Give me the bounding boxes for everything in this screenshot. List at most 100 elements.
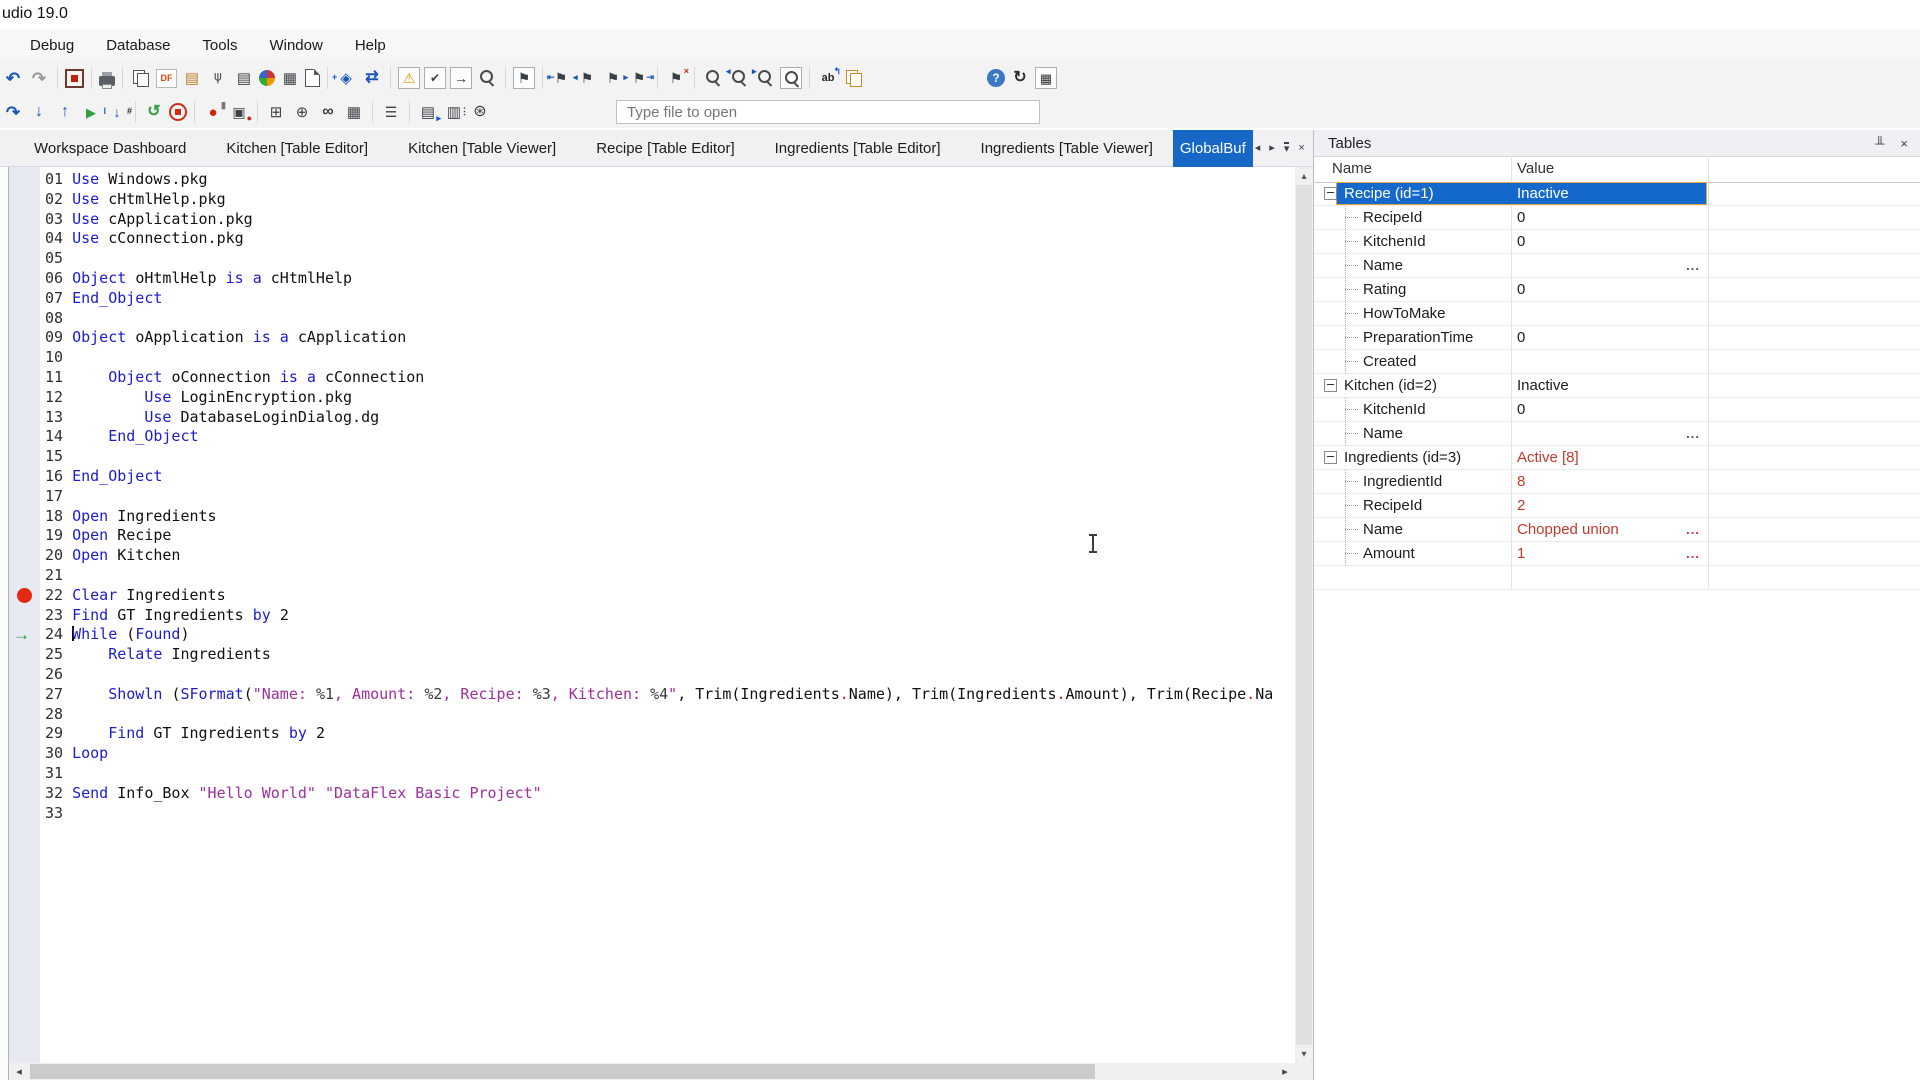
tab-recipe-table-editor[interactable]: Recipe [Table Editor]	[576, 130, 754, 167]
search-icon[interactable]	[702, 67, 724, 89]
bookmark-first-icon[interactable]: ⚑⇤	[550, 67, 572, 89]
copy-panels-icon[interactable]	[130, 67, 152, 89]
table-row[interactable]: KitchenId0	[1314, 230, 1920, 254]
breakpoint-icon[interactable]	[17, 588, 32, 603]
horizontal-scrollbar[interactable]: ◂ ▸	[9, 1063, 1295, 1080]
restart-debug-icon[interactable]: ↺	[143, 101, 165, 123]
code-line[interactable]: 10	[45, 348, 1287, 368]
search-prev-icon[interactable]: ◂	[728, 67, 750, 89]
code-line[interactable]: 17	[45, 487, 1287, 507]
tabs-scroll-right-button[interactable]: ▸	[1269, 143, 1275, 154]
incremental-search-icon[interactable]	[843, 67, 865, 89]
tables-column-header[interactable]: Name Value	[1314, 156, 1920, 183]
step-to-line-icon[interactable]: ↓#	[106, 101, 128, 123]
file-open-input[interactable]	[616, 100, 1040, 124]
debug-tables-icon[interactable]: ▦	[343, 101, 365, 123]
close-icon[interactable]: ×	[1900, 137, 1908, 150]
menu-item-window[interactable]: Window	[253, 37, 338, 54]
code-line[interactable]: 27 Showln (SFormat("Name: %1, Amount: %2…	[45, 685, 1287, 705]
code-line[interactable]: 02 Use cHtmlHelp.pkg	[45, 190, 1287, 210]
step-over-icon[interactable]: ↷	[2, 101, 24, 123]
tree-expand-toggle[interactable]	[1324, 451, 1337, 464]
code-line[interactable]: 04 Use cConnection.pkg	[45, 229, 1287, 249]
ellipsis-button[interactable]: ...	[1686, 426, 1708, 441]
tab-ingredients-table-editor[interactable]: Ingredients [Table Editor]	[755, 130, 961, 167]
tab-ingredients-table-viewer[interactable]: Ingredients [Table Viewer]	[961, 130, 1173, 167]
bookmark-toggle-icon[interactable]: ⚑	[513, 67, 535, 89]
code-line[interactable]: 26	[45, 665, 1287, 685]
code-line[interactable]: 09 Object oApplication is a cApplication	[45, 328, 1287, 348]
code-line[interactable]: 15	[45, 447, 1287, 467]
scroll-right-arrow-icon[interactable]: ▸	[1275, 1063, 1295, 1080]
new-file-icon[interactable]	[305, 69, 320, 87]
code-line[interactable]: 28	[45, 705, 1287, 725]
run-to-cursor-icon[interactable]: ▶I	[80, 101, 102, 123]
pin-icon[interactable]: ╨	[1875, 137, 1884, 150]
table-row[interactable]: HowToMake	[1314, 302, 1920, 326]
code-explorer-icon[interactable]: ☰	[380, 101, 402, 123]
bookmark-last-icon[interactable]: ⚑⇥	[628, 67, 650, 89]
table-row[interactable]: Ingredients (id=3)Active [8]	[1314, 446, 1920, 470]
table-row[interactable]: IngredientId8	[1314, 470, 1920, 494]
bookmark-next-icon[interactable]: ⚑▸	[602, 67, 624, 89]
breakpoints-window-icon[interactable]: ▣●	[228, 101, 250, 123]
quick-watch-icon[interactable]: ⊕	[291, 101, 313, 123]
tab-close-button[interactable]: ×	[1298, 143, 1304, 154]
code-line[interactable]: 19 Open Recipe	[45, 526, 1287, 546]
code-line[interactable]: 33	[45, 804, 1287, 824]
vertical-scrollbar[interactable]: ▴ ▾	[1295, 167, 1313, 1063]
code-editor[interactable]: 01 Use Windows.pkg02 Use cHtmlHelp.pkg03…	[0, 167, 1313, 1080]
flowchart-icon[interactable]: ⋔	[207, 67, 229, 89]
vertical-scroll-thumb[interactable]	[1296, 185, 1312, 1045]
column-header-name[interactable]: Name	[1332, 160, 1372, 177]
workspace-icon[interactable]: ▤	[181, 67, 203, 89]
tree-expand-toggle[interactable]	[1324, 187, 1337, 200]
database-tools-icon[interactable]: ⊛	[469, 101, 491, 123]
tab-kitchen-table-viewer[interactable]: Kitchen [Table Viewer]	[388, 130, 576, 167]
table-row[interactable]: Recipe (id=1)Inactive	[1314, 182, 1920, 206]
bookmark-prev-icon[interactable]: ⚑◂	[576, 67, 598, 89]
code-line[interactable]: 16 End_Object	[45, 467, 1287, 487]
table-explorer-icon[interactable]: ▤▸	[417, 101, 439, 123]
table-lookup-icon[interactable]: ▦	[279, 67, 301, 89]
ellipsis-button[interactable]: ...	[1686, 258, 1708, 273]
code-text-area[interactable]: 01 Use Windows.pkg02 Use cHtmlHelp.pkg03…	[45, 170, 1287, 1063]
code-line[interactable]: 21	[45, 566, 1287, 586]
error-list-icon[interactable]: ⚠	[398, 67, 420, 89]
tabs-list-button[interactable]: ▾	[1284, 142, 1290, 155]
table-row[interactable]: RecipeId0	[1314, 206, 1920, 230]
database-builder-icon[interactable]: ▥⋮	[443, 101, 465, 123]
tab-globalbuf[interactable]: GlobalBuf	[1173, 130, 1253, 167]
tab-kitchen-table-editor[interactable]: Kitchen [Table Editor]	[206, 130, 388, 167]
open-object-icon[interactable]: ◈+	[335, 67, 357, 89]
compile-check-icon[interactable]: ✔	[424, 67, 446, 89]
clear-bookmarks-icon[interactable]: ⚑×	[665, 67, 687, 89]
tree-expand-toggle[interactable]	[1324, 379, 1337, 392]
table-row[interactable]: Rating0	[1314, 278, 1920, 302]
scroll-down-arrow-icon[interactable]: ▾	[1295, 1045, 1313, 1063]
code-line[interactable]: 30 Loop	[45, 744, 1287, 764]
redo-icon[interactable]: ↷	[28, 67, 50, 89]
code-line[interactable]: 20 Open Kitchen	[45, 546, 1287, 566]
code-line[interactable]: 13 Use DatabaseLoginDialog.dg	[45, 408, 1287, 428]
code-line[interactable]: 03 Use cApplication.pkg	[45, 210, 1287, 230]
find-in-files-icon[interactable]	[476, 67, 498, 89]
code-line[interactable]: 29 Find GT Ingredients by 2	[45, 724, 1287, 744]
ellipsis-button[interactable]: ...	[1686, 522, 1708, 537]
menu-item-tools[interactable]: Tools	[186, 37, 253, 54]
table-row[interactable]: Kitchen (id=2)Inactive	[1314, 374, 1920, 398]
code-line[interactable]: 18 Open Ingredients	[45, 507, 1287, 527]
table-row[interactable]: NameChopped union...	[1314, 518, 1920, 542]
toggle-breakpoint-icon[interactable]: ●▮	[202, 101, 224, 123]
table-row[interactable]: Name...	[1314, 254, 1920, 278]
palette-icon[interactable]	[259, 70, 275, 86]
menu-item-debug[interactable]: Debug	[14, 37, 90, 54]
code-line[interactable]: 05	[45, 249, 1287, 269]
ellipsis-button[interactable]: ...	[1686, 546, 1708, 561]
table-row[interactable]: PreparationTime0	[1314, 326, 1920, 350]
help-icon[interactable]: ?	[987, 69, 1005, 87]
stop-debug-icon[interactable]	[169, 103, 187, 121]
whats-new-icon[interactable]: ↻	[1009, 67, 1031, 89]
properties-grid-icon[interactable]: ▦	[1035, 67, 1057, 89]
switch-view-icon[interactable]: ⇄	[361, 67, 383, 89]
